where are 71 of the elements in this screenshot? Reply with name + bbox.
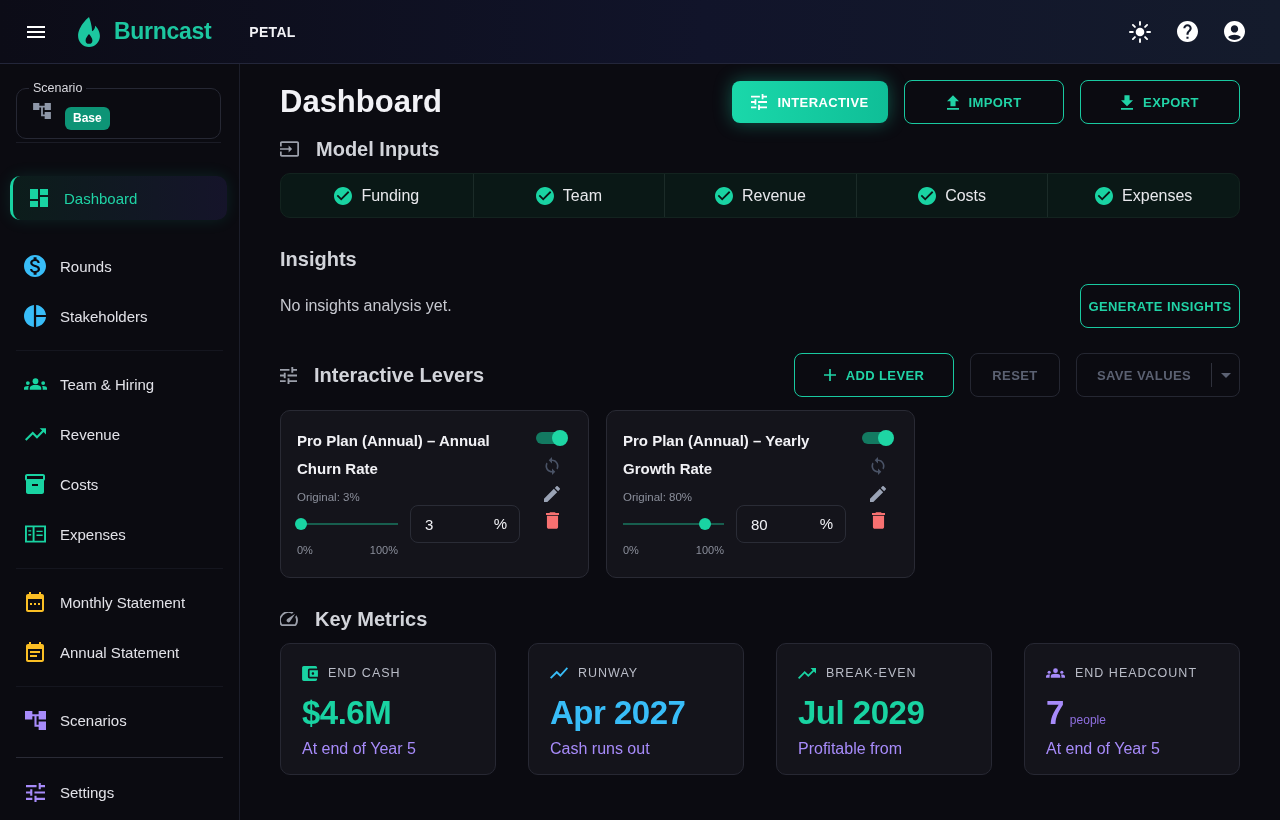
metric-unit: people (1069, 713, 1106, 727)
sliders-icon (751, 94, 768, 110)
nav-item[interactable]: Annual Statement (10, 627, 227, 677)
nav-item[interactable]: Revenue (10, 409, 227, 459)
section-title: Model Inputs (316, 137, 440, 161)
nav-item[interactable]: Expenses (10, 509, 227, 559)
range-min-label: 0% (623, 543, 639, 557)
metric-label: RUNWAY (578, 666, 639, 680)
toggle-switch[interactable] (536, 429, 568, 447)
arrow-into-box-icon (280, 141, 299, 157)
sun-icon[interactable] (1129, 20, 1151, 43)
nav-item[interactable]: Costs (10, 459, 227, 509)
pencil-icon[interactable] (544, 486, 560, 502)
trash-icon[interactable] (545, 512, 559, 529)
brand-name: Burncast (114, 18, 212, 45)
lever-title: Pro Plan (Annual) – Yearly Growth Rate (623, 431, 811, 479)
original-value-text: Original: 3% (297, 490, 361, 505)
metric-note: Profitable from (798, 739, 904, 759)
original-value-text: Original: 80% (623, 490, 694, 505)
range-max-label: 100% (695, 543, 724, 557)
metric-label: END HEADCOUNT (1075, 666, 1198, 680)
workspace-name: PETAL (249, 23, 296, 40)
menu-icon[interactable] (27, 25, 45, 38)
range-min-label: 0% (297, 543, 313, 557)
page-title: Dashboard (280, 84, 442, 120)
scenario-chip: Base (65, 107, 110, 130)
nav-item[interactable]: Stakeholders (10, 291, 227, 341)
upload-icon (946, 94, 959, 110)
metric-note: Cash runs out (550, 739, 651, 759)
toggle-switch[interactable] (862, 429, 894, 447)
metric-value: Apr 2027 (550, 693, 686, 733)
nav-item[interactable]: Team & Hiring (10, 359, 227, 409)
nav-item[interactable]: Monthly Statement (10, 577, 227, 627)
section-title: Key Metrics (315, 607, 428, 631)
unit-suffix: % (819, 515, 833, 533)
section-title: Insights (280, 247, 357, 271)
lever-title: Pro Plan (Annual) – Annual Churn Rate (297, 431, 491, 479)
metric-label: END CASH (328, 666, 401, 680)
section-title: Interactive Levers (314, 363, 485, 387)
tree-diagram-icon (33, 103, 51, 119)
export-button[interactable]: EXPORT (1080, 80, 1240, 124)
sliders-icon (280, 366, 297, 384)
pencil-icon[interactable] (870, 486, 886, 502)
metric-value: 7 (1046, 693, 1064, 733)
account-icon[interactable] (1224, 21, 1245, 42)
empty-message: No insights analysis yet. (280, 297, 452, 315)
nav-item[interactable]: Dashboard (10, 176, 227, 220)
download-icon (1121, 94, 1134, 110)
nav-item[interactable]: Rounds (10, 241, 227, 291)
flame-logo (78, 16, 100, 47)
trash-icon[interactable] (871, 512, 885, 529)
metric-label: BREAK-EVEN (826, 666, 917, 680)
plus-icon (823, 369, 836, 381)
metric-value: $4.6M (302, 693, 392, 733)
nav-item[interactable]: Scenarios (10, 695, 227, 745)
gauge-icon (280, 612, 298, 626)
scenario-selector[interactable]: Scenario Base (16, 81, 221, 139)
help-icon[interactable] (1177, 21, 1198, 42)
range-max-label: 100% (369, 543, 398, 557)
caret-icon (1220, 372, 1231, 378)
metric-note: At end of Year 5 (1046, 739, 1161, 759)
add-lever-button[interactable]: ADD LEVER (794, 353, 954, 397)
nav-item[interactable]: Settings (10, 767, 227, 817)
scenario-label: Scenario (32, 81, 84, 95)
metric-value: Jul 2029 (798, 693, 925, 733)
import-button[interactable]: IMPORT (904, 80, 1064, 124)
unit-suffix: % (493, 515, 507, 533)
generate-insights-button[interactable]: GENERATE INSIGHTS (1080, 284, 1240, 328)
slider-thumb[interactable] (295, 518, 307, 530)
slider-thumb[interactable] (698, 518, 711, 530)
metric-note: At end of Year 5 (302, 739, 417, 759)
